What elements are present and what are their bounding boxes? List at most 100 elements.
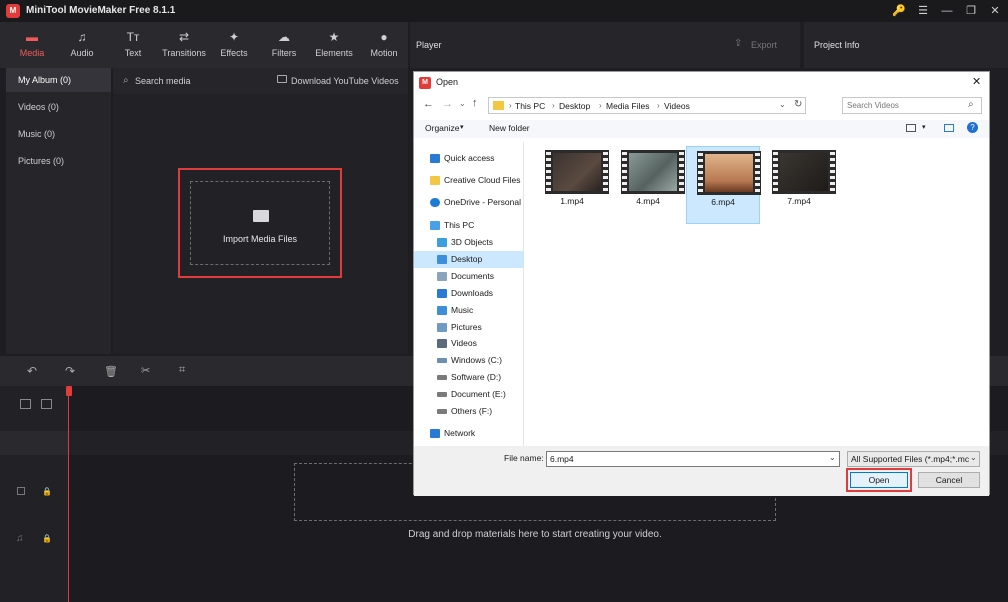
document-icon (437, 272, 447, 281)
view-options-icon[interactable] (906, 124, 916, 132)
audio-track-icon: ♫ (16, 533, 24, 544)
crop-icon[interactable]: ⌗ (179, 364, 185, 377)
playhead[interactable] (68, 386, 69, 602)
elements-icon: ★ (328, 30, 340, 44)
organize-button[interactable]: Organize (425, 123, 460, 133)
breadcrumb-desktop[interactable]: Desktop (559, 101, 590, 111)
breadcrumb-videos[interactable]: Videos (664, 101, 690, 111)
sidebar-item-videos[interactable]: Videos (0) (6, 95, 111, 119)
nav-document-e[interactable]: Document (E:) (414, 386, 524, 403)
star-icon (430, 154, 440, 163)
export-button[interactable]: Export (751, 40, 777, 50)
sidebar-item-pictures[interactable]: Pictures (0) (6, 149, 111, 173)
tab-media[interactable]: ▬ Media (6, 22, 58, 68)
video-track-icon (17, 487, 25, 495)
download-youtube-button[interactable]: Download YouTube Videos (291, 76, 399, 86)
drive-icon (437, 409, 447, 414)
tab-transitions[interactable]: ⇄ Transitions (158, 22, 210, 68)
import-media-button[interactable]: Import Media Files (190, 181, 330, 265)
nav-music[interactable]: Music (414, 302, 524, 319)
nav-software-d[interactable]: Software (D:) (414, 369, 524, 386)
download-icon (277, 75, 287, 83)
redo-icon[interactable]: ↷ (65, 364, 75, 378)
nav-others-f[interactable]: Others (F:) (414, 403, 524, 420)
chevron-down-icon[interactable]: ⌄ (829, 453, 836, 462)
search-placeholder: Search Videos (847, 101, 899, 110)
open-button[interactable]: Open (850, 472, 908, 488)
music-note-icon (437, 306, 447, 315)
nav-pictures[interactable]: Pictures (414, 319, 524, 336)
nav-quick-access[interactable]: Quick access (414, 150, 524, 167)
file-item-selected[interactable]: 6.mp4 (686, 146, 761, 224)
maximize-button[interactable]: ❐ (962, 3, 980, 19)
help-icon[interactable]: ? (967, 122, 978, 133)
tab-text[interactable]: Tт Text (107, 22, 159, 68)
breadcrumb-media-files[interactable]: Media Files (606, 101, 649, 111)
nav-downloads[interactable]: Downloads (414, 285, 524, 302)
search-media-input[interactable]: Search media (135, 76, 191, 86)
computer-icon (430, 221, 440, 230)
nav-videos[interactable]: Videos (414, 335, 524, 352)
address-bar[interactable]: › This PC › Desktop › Media Files › Vide… (488, 97, 806, 114)
transitions-icon: ⇄ (178, 30, 190, 44)
tab-motion[interactable]: ● Motion (358, 22, 410, 68)
media-sidebar: My Album (0) Videos (0) Music (0) Pictur… (6, 68, 111, 354)
minimize-button[interactable]: — (938, 3, 956, 19)
file-item[interactable]: 4.mp4 (611, 146, 685, 224)
chevron-down-icon[interactable]: ▾ (922, 123, 926, 131)
preview-pane-icon[interactable] (944, 124, 954, 132)
copy-track-icon[interactable] (41, 399, 52, 409)
breadcrumb-this-pc[interactable]: This PC (515, 101, 545, 111)
file-type-select[interactable]: All Supported Files (*.mp4;*.mc ⌄ (847, 451, 980, 467)
split-icon[interactable]: ✂ (141, 364, 150, 377)
chevron-down-icon[interactable]: ⌄ (779, 100, 786, 109)
sidebar-item-music[interactable]: Music (0) (6, 122, 111, 146)
folder-icon: ▬ (26, 30, 38, 44)
tab-filters[interactable]: ☁ Filters (258, 22, 310, 68)
tab-audio[interactable]: ♫ Audio (56, 22, 108, 68)
delete-icon[interactable]: 🗑 (104, 365, 118, 378)
export-icon: ⇪ (734, 38, 743, 49)
drive-icon (437, 358, 447, 363)
key-icon[interactable]: 🔑 (890, 3, 908, 19)
desktop-icon (437, 255, 447, 264)
add-track-icon[interactable] (20, 399, 31, 409)
nav-onedrive[interactable]: OneDrive - Personal (414, 194, 524, 211)
nav-documents[interactable]: Documents (414, 268, 524, 285)
dialog-close-button[interactable]: ✕ (972, 75, 981, 88)
up-icon[interactable]: ↑ (472, 97, 478, 109)
search-videos-input[interactable]: Search Videos ⌕ (842, 97, 982, 114)
tab-effects[interactable]: ✦ Effects (208, 22, 260, 68)
navigation-pane: Quick access Creative Cloud Files OneDri… (414, 142, 524, 446)
project-info-header: Project Info (804, 22, 1008, 68)
chevron-down-icon[interactable]: ⌄ (459, 99, 466, 108)
nav-windows-c[interactable]: Windows (C:) (414, 352, 524, 369)
file-item[interactable]: 1.mp4 (535, 146, 609, 224)
motion-icon: ● (380, 30, 388, 44)
nav-this-pc[interactable]: This PC (414, 217, 524, 234)
nav-network[interactable]: Network (414, 425, 524, 442)
tab-elements[interactable]: ★ Elements (308, 22, 360, 68)
search-icon[interactable]: ⌕ (123, 75, 129, 86)
close-button[interactable]: ✕ (986, 3, 1004, 19)
main-toolbar: ▬ Media ♫ Audio Tт Text ⇄ Transitions ✦ Effec… (0, 22, 408, 68)
new-folder-button[interactable]: New folder (489, 123, 530, 133)
lock-icon[interactable]: 🔒 (42, 487, 52, 496)
menu-icon[interactable]: ☰ (914, 3, 932, 19)
playhead-handle[interactable] (66, 386, 72, 396)
app-title: MiniTool MovieMaker Free 8.1.1 (26, 5, 176, 16)
file-item[interactable]: 7.mp4 (762, 146, 836, 224)
refresh-icon[interactable]: ↻ (794, 99, 802, 110)
lock-icon[interactable]: 🔒 (42, 534, 52, 543)
file-name-input[interactable]: 6.mp4 ⌄ (546, 451, 840, 467)
forward-icon[interactable]: → (442, 98, 453, 110)
nav-3d-objects[interactable]: 3D Objects (414, 234, 524, 251)
player-header: Player ⇪ Export (410, 22, 800, 68)
back-icon[interactable]: ← (423, 98, 434, 110)
cancel-button[interactable]: Cancel (918, 472, 980, 488)
undo-icon[interactable]: ↶ (27, 364, 37, 378)
sidebar-item-my-album[interactable]: My Album (0) (6, 68, 111, 92)
drive-icon (437, 392, 447, 397)
nav-creative-cloud[interactable]: Creative Cloud Files (414, 172, 524, 189)
nav-desktop[interactable]: Desktop (414, 251, 524, 268)
